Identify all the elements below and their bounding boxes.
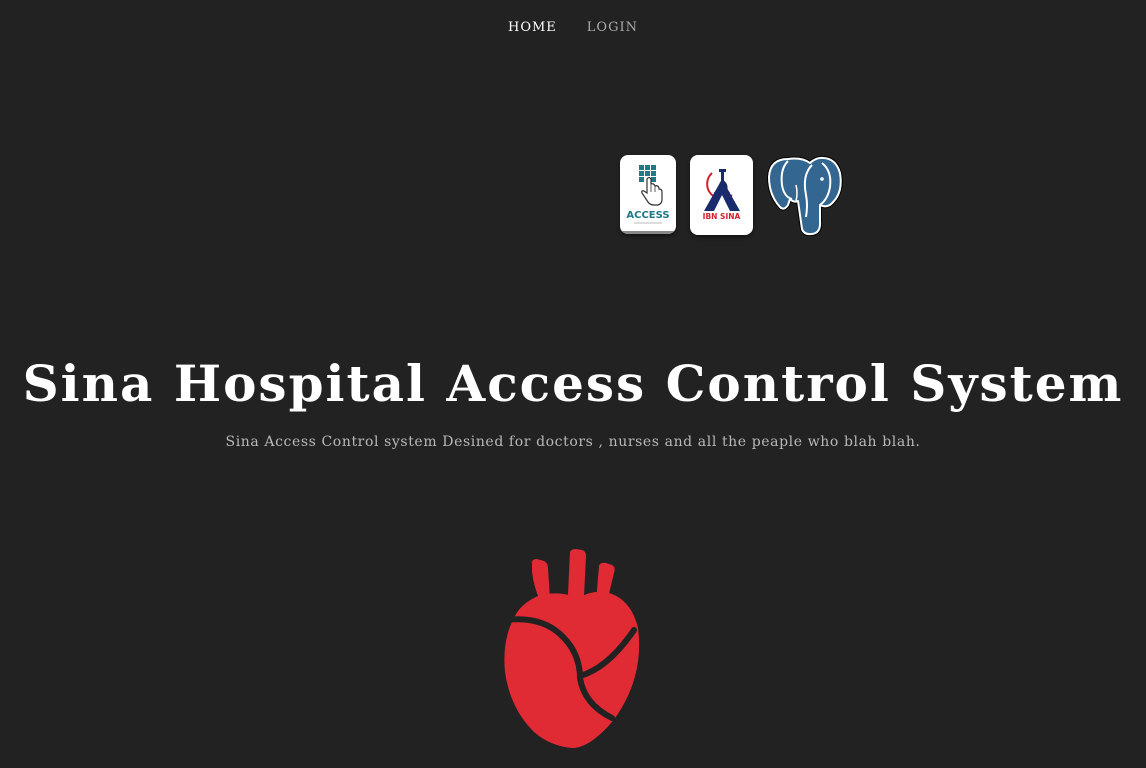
microscope-icon: IBN SINA — [703, 169, 741, 221]
landing-page: HOME LOGIN ACCESS IBN SINA Sina Hospital… — [0, 0, 1146, 768]
postgresql-logo — [766, 155, 846, 237]
top-nav: HOME LOGIN — [0, 19, 1146, 37]
heart-icon — [503, 549, 640, 748]
ibn-sina-logo: IBN SINA — [690, 155, 753, 235]
svg-text:ACCESS: ACCESS — [626, 210, 669, 221]
page-title: Sina Hospital Access Control System — [22, 354, 1124, 413]
access-logo: ACCESS — [620, 155, 676, 234]
nav-home-link[interactable]: HOME — [493, 19, 572, 37]
svg-text:IBN SINA: IBN SINA — [703, 212, 741, 221]
page-subtitle: Sina Access Control system Desined for d… — [225, 434, 921, 450]
keypad-hand-icon: ACCESS — [620, 165, 676, 234]
nav-login-link[interactable]: LOGIN — [572, 19, 653, 37]
logo-row: ACCESS IBN SINA — [620, 155, 850, 237]
postgresql-elephant-icon — [767, 155, 843, 237]
